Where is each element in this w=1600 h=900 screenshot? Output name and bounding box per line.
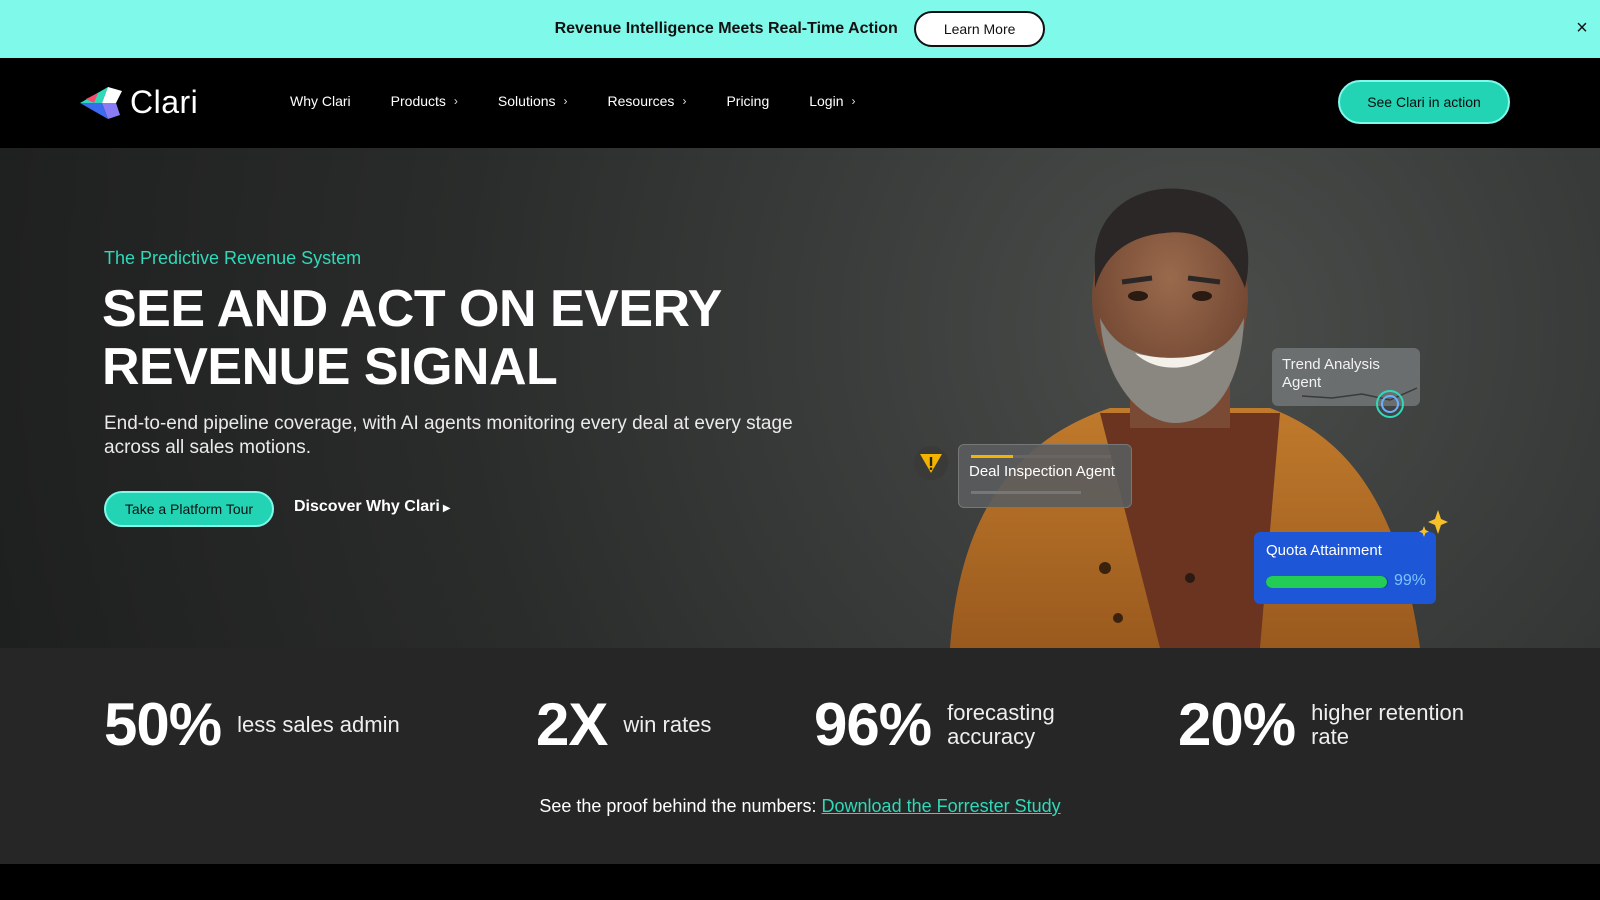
stat-item: 2X win rates	[536, 690, 711, 759]
warning-icon	[914, 446, 948, 480]
deal-progress-bar	[971, 455, 1111, 458]
stat-number: 20%	[1178, 691, 1296, 758]
headline-line-2: REVENUE SIGNAL	[102, 338, 558, 396]
nav-items: Why Clari Products › Solutions › Resources › Pr…	[290, 93, 896, 109]
nav-item-resources[interactable]: Resources ›	[608, 93, 687, 109]
warning-triangle-icon	[920, 454, 942, 473]
nav-item-solutions[interactable]: Solutions ›	[498, 93, 568, 109]
discover-why-clari-link[interactable]: Discover Why Clari ▶	[294, 498, 451, 516]
hero-section: The Predictive Revenue System SEE AND AC…	[0, 148, 1600, 648]
nav-item-products[interactable]: Products ›	[391, 93, 458, 109]
stat-label: forecasting accuracy	[947, 699, 1055, 749]
caret-right-icon: ▶	[442, 503, 451, 514]
trend-analysis-card: Trend Analysis Agent	[1272, 348, 1420, 418]
quota-attainment-label: Quota Attainment	[1266, 542, 1382, 559]
clari-logo-icon	[80, 86, 122, 119]
deal-inspection-label: Deal Inspection Agent	[969, 463, 1115, 480]
announcement-text: Revenue Intelligence Meets Real-Time Act…	[554, 20, 898, 37]
proof-line: See the proof behind the numbers: Downlo…	[0, 796, 1600, 817]
nav-item-label: Why Clari	[290, 93, 351, 109]
quota-attainment-card: Quota Attainment 99%	[1254, 532, 1436, 604]
logo-text: Clari	[130, 84, 199, 120]
quota-progress-track	[1266, 576, 1388, 588]
sparkle-icon	[1419, 510, 1448, 537]
stat-item: 20% higher retention rate	[1178, 690, 1491, 759]
bottom-band	[0, 864, 1600, 900]
chevron-right-icon: ›	[563, 94, 568, 108]
quota-value: 99%	[1393, 572, 1426, 589]
nav-item-label: Products	[390, 93, 446, 109]
proof-text: See the proof behind the numbers:	[539, 796, 822, 816]
stat-item: 50% less sales admin	[104, 690, 400, 759]
nav-item-why-clari[interactable]: Why Clari	[290, 93, 351, 109]
see-clari-in-action-button[interactable]: See Clari in action	[1338, 80, 1510, 124]
nav-item-label: Solutions	[497, 93, 556, 109]
headline-line-1: SEE AND ACT ON EVERY	[102, 280, 722, 338]
main-nav: Clari Why Clari Products › Solutions › Resour…	[0, 58, 1600, 148]
discover-why-clari-label: Discover Why Clari	[294, 498, 440, 515]
nav-item-label: Resources	[607, 93, 675, 109]
deal-inspection-card: Deal Inspection Agent	[958, 444, 1132, 508]
stat-number: 96%	[814, 691, 932, 758]
nav-item-label: Pricing	[726, 93, 770, 109]
stat-number: 50%	[104, 691, 222, 758]
chevron-right-icon: ›	[851, 94, 856, 108]
stat-number: 2X	[536, 691, 608, 758]
close-icon[interactable]: ×	[1572, 18, 1592, 38]
hero-subheadline: End-to-end pipeline coverage, with AI ag…	[104, 413, 793, 458]
stat-label: higher retention rate	[1311, 699, 1464, 749]
learn-more-button[interactable]: Learn More	[913, 11, 1046, 47]
forrester-study-link[interactable]: Download the Forrester Study	[822, 796, 1061, 816]
logo[interactable]: Clari	[80, 84, 198, 121]
hero-headline: SEE AND ACT ON EVERY REVENUE SIGNAL	[102, 280, 802, 396]
chevron-right-icon: ›	[453, 94, 458, 108]
deal-divider	[971, 491, 1081, 494]
chevron-right-icon: ›	[682, 94, 687, 108]
stat-item: 96% forecasting accuracy	[814, 690, 1077, 759]
stats-section: 50% less sales admin 2X win rates 96% fo…	[0, 648, 1600, 864]
nav-item-label: Login	[809, 93, 844, 109]
quota-progress-fill	[1266, 576, 1387, 588]
nav-item-pricing[interactable]: Pricing	[726, 93, 769, 109]
trend-line-icon	[1302, 387, 1418, 418]
announcement-bar: Revenue Intelligence Meets Real-Time Act…	[0, 0, 1600, 58]
stat-label: win rates	[623, 711, 712, 737]
hero-eyebrow: The Predictive Revenue System	[104, 248, 362, 268]
platform-tour-button[interactable]: Take a Platform Tour	[104, 491, 274, 527]
nav-item-login[interactable]: Login ›	[809, 93, 855, 109]
stat-label: less sales admin	[237, 711, 400, 737]
